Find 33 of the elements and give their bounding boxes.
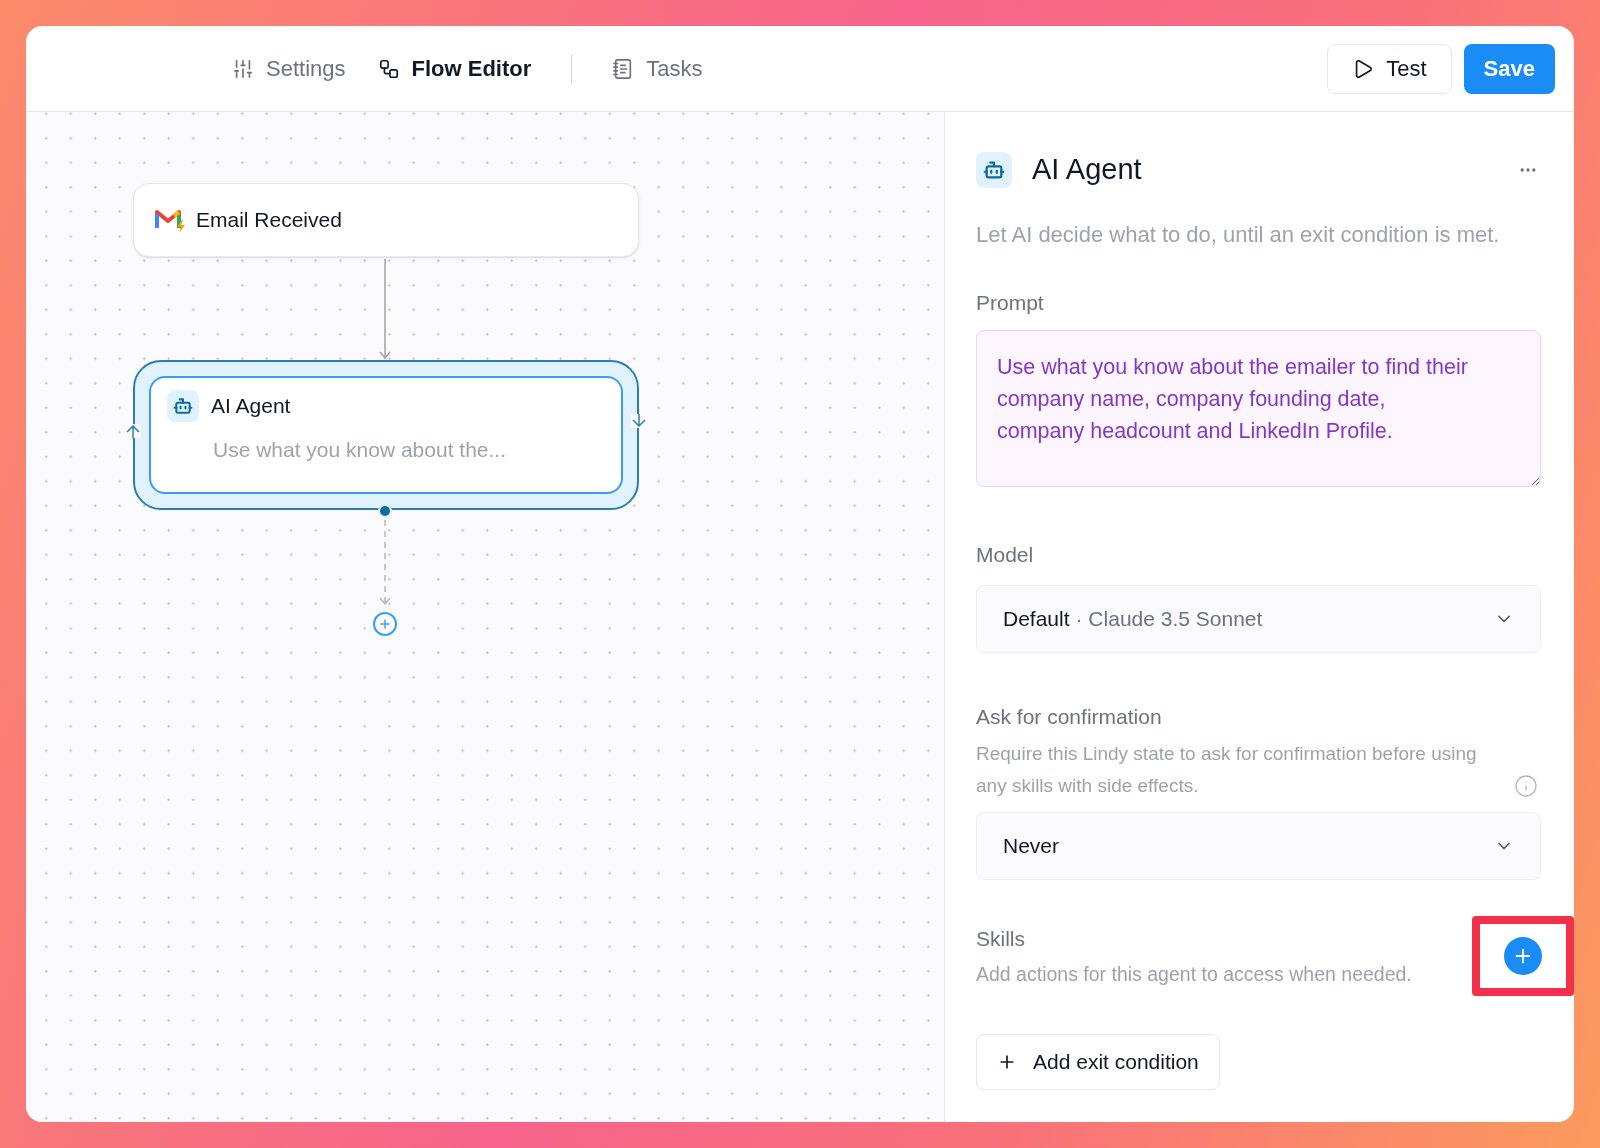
field-label: Prompt [976,289,1045,316]
field-label: Model [976,542,1035,568]
loop-arrow [631,414,647,428]
node-subtitle: Use what you know about the... [213,437,507,463]
robot-icon [976,151,1012,188]
model-select[interactable]: Default · Claude 3.5 Sonnet [976,584,1541,653]
field-label: Ask for confirmation [976,703,1163,730]
flow-icon [377,57,400,80]
plus-icon [378,617,392,631]
trigger-node[interactable]: Email Received [133,183,639,257]
node-title: AI Agent [211,393,291,420]
field-description: Add actions for this agent to access when needed. [976,962,1412,988]
field-label: Skills [976,925,1026,952]
add-step-button[interactable] [373,612,397,636]
output-handle[interactable] [378,504,392,518]
panel-description: Let AI decide what to do, until an exit condition is met. [976,220,1501,249]
add-exit-condition-button[interactable]: Add exit condition [976,1034,1220,1090]
loop-arrow [125,424,141,438]
panel-title: AI Agent [1032,152,1142,187]
confirmation-select[interactable]: Never [976,812,1541,880]
add-skill-button[interactable] [1504,937,1542,975]
nav-tab[interactable]: Flow Editor [361,44,548,93]
agent-node-frame[interactable]: AI Agent Use what you know about the... [133,360,639,510]
info-icon[interactable] [1514,774,1538,798]
agent-node[interactable]: AI Agent Use what you know about the... [149,376,623,494]
nav-tab[interactable]: Tasks [596,44,719,93]
field-description: Require this Lindy state to ask for confirmation before using any skills with side effects. [976,742,1478,798]
nav-tab[interactable]: Settings [216,44,362,93]
settings-icon [232,57,254,80]
test-button[interactable]: Test [1327,43,1452,94]
node-title: Email Received [196,207,342,234]
prompt-field[interactable]: Use what you know about the emailer to find their company name, company founding date, company headcount and LinkedIn Profile. [976,330,1541,487]
robot-icon [167,390,199,422]
